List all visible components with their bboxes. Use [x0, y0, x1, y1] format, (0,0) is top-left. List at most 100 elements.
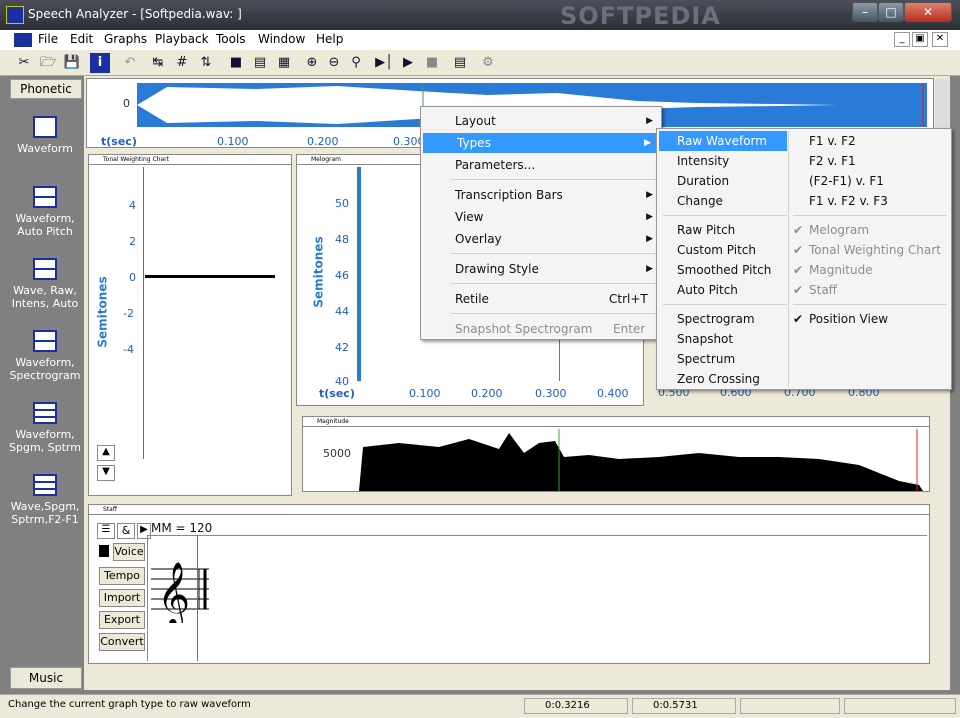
tonal-chart-ylabel: Semitones	[95, 276, 110, 348]
type-snapshot[interactable]: Snapshot	[657, 329, 787, 349]
mdi-minimize-button[interactable]: _	[894, 32, 910, 47]
import-button[interactable]: Import	[99, 589, 145, 607]
menu-item-transcription-bars[interactable]: Transcription Bars ▶	[421, 185, 661, 205]
zoom-out-icon[interactable]: ⊖	[324, 53, 344, 73]
grid-icon[interactable]: #	[172, 53, 192, 73]
marker-icon[interactable]: ⇅	[196, 53, 216, 73]
type-raw-waveform[interactable]: Raw Waveform	[659, 131, 787, 151]
type-position-view[interactable]: ✔ Position View	[789, 309, 951, 329]
settings-icon[interactable]: ⚙	[478, 53, 498, 73]
staff-pane[interactable]: Staff ☰ & ▶ MM = 120 Voice Tempo Import …	[88, 504, 930, 664]
menu-item-overlay[interactable]: Overlay ▶	[421, 229, 661, 249]
type-f2-minus-f1-f1[interactable]: (F2-F1) v. F1	[789, 171, 951, 191]
zoom-full-icon[interactable]: ⚲	[346, 53, 366, 73]
tape-icon[interactable]: ▤	[450, 53, 470, 73]
staff-cursor	[197, 535, 198, 661]
maximize-button[interactable]: □	[878, 2, 904, 22]
menu-file[interactable]: File	[38, 32, 58, 46]
menu-separator	[663, 304, 787, 305]
type-custom-pitch[interactable]: Custom Pitch	[657, 240, 787, 260]
sidebar-item-wave-spgm-sptrm[interactable]: Waveform, Spgm, Sptrm	[8, 402, 82, 454]
save-icon[interactable]: 💾	[62, 53, 82, 73]
skip-play-icon[interactable]: ▶│	[374, 53, 394, 73]
menu-item-view[interactable]: View ▶	[421, 207, 661, 227]
type-spectrogram[interactable]: Spectrogram	[657, 309, 787, 329]
type-raw-pitch[interactable]: Raw Pitch	[657, 220, 787, 240]
melogram-x-tick: 0.300	[535, 387, 567, 400]
menu-edit[interactable]: Edit	[70, 32, 93, 46]
export-button[interactable]: Export	[99, 611, 145, 629]
menu-playback[interactable]: Playback	[155, 32, 209, 46]
convert-button[interactable]: Convert	[99, 633, 145, 651]
menu-item-parameters[interactable]: Parameters...	[421, 155, 661, 175]
graph-type-icon[interactable]: ↹	[148, 53, 168, 73]
staff-ampersand-icon[interactable]: &	[117, 523, 135, 539]
tonal-chart-pane[interactable]: Tonal Weighting Chart Semitones 4 2 0 -2…	[88, 154, 292, 496]
menu-tools[interactable]: Tools	[216, 32, 246, 46]
type-auto-pitch[interactable]: Auto Pitch	[657, 280, 787, 300]
type-f2-f1[interactable]: F2 v. F1	[789, 151, 951, 171]
title-bar: Speech Analyzer - [Softpedia.wav: ] SOFT…	[0, 0, 960, 30]
sidebar-item-waveform[interactable]: Waveform	[8, 116, 82, 155]
sidebar-item-wave-raw[interactable]: Wave, Raw, Intens, Auto	[8, 258, 82, 310]
mdi-restore-button[interactable]: ▣	[912, 32, 928, 47]
watermark: SOFTPEDIA	[560, 2, 721, 30]
play-icon[interactable]: ▶	[398, 53, 418, 73]
open-folder-icon[interactable]: 🗁	[38, 53, 58, 73]
mdi-close-button[interactable]: ✕	[932, 32, 948, 47]
type-smoothed-pitch[interactable]: Smoothed Pitch	[657, 260, 787, 280]
layout-2-icon	[33, 186, 57, 208]
menu-graphs[interactable]: Graphs	[104, 32, 147, 46]
tab-music[interactable]: Music	[10, 667, 82, 689]
tonal-tick: 4	[129, 199, 136, 212]
type-change[interactable]: Change	[657, 191, 787, 211]
sidebar-item-waveform-autopitch[interactable]: Waveform, Auto Pitch	[8, 186, 82, 238]
tonal-tick: -2	[123, 307, 134, 320]
menu-help[interactable]: Help	[316, 32, 343, 46]
magnitude-pane[interactable]: Magnitude 5000	[302, 416, 930, 492]
voice-button[interactable]: Voice	[113, 543, 145, 561]
type-f1-f2[interactable]: F1 v. F2	[789, 131, 951, 151]
staff-canvas[interactable]	[147, 535, 927, 661]
minimize-button[interactable]: –	[852, 2, 878, 22]
menu-item-drawing-style[interactable]: Drawing Style ▶	[421, 259, 661, 279]
check-icon: ✔	[793, 263, 804, 277]
melogram-tick: 48	[335, 233, 349, 246]
color-icon[interactable]: ▦	[274, 53, 294, 73]
spectrogram-icon[interactable]: ▤	[250, 53, 270, 73]
cut-icon[interactable]: ✂	[14, 53, 34, 73]
menu-item-retile[interactable]: Retile Ctrl+T	[421, 289, 661, 309]
type-duration[interactable]: Duration	[657, 171, 787, 191]
status-position-2: 0:0.5731	[632, 698, 736, 714]
zoom-in-icon[interactable]: ⊕	[302, 53, 322, 73]
menu-item-layout[interactable]: Layout ▶	[421, 111, 661, 131]
scroll-down-button[interactable]: ▼	[97, 465, 115, 481]
sidebar-item-wave-spgm-f2f1[interactable]: Wave,Spgm, Sptrm,F2-F1	[8, 474, 82, 526]
tonal-tick: -4	[123, 343, 134, 356]
waveform-y-tick: 0	[123, 97, 130, 110]
tempo-button[interactable]: Tempo	[99, 567, 145, 585]
scroll-up-button[interactable]: ▲	[97, 445, 115, 461]
menu-item-types[interactable]: Types ▶	[423, 133, 659, 153]
tonal-tick: 2	[129, 235, 136, 248]
doc-icon[interactable]	[14, 33, 32, 47]
staff-stop-icon[interactable]	[99, 545, 109, 557]
menu-window[interactable]: Window	[258, 32, 305, 46]
menu-bar: File Edit Graphs Playback Tools Window H…	[0, 30, 960, 50]
context-menu: Layout ▶ Types ▶ Parameters... Transcripti…	[420, 106, 662, 340]
sidebar-item-wave-spectrogram[interactable]: Waveform, Spectrogram	[8, 330, 82, 382]
staff-tool-icon[interactable]: ☰	[97, 523, 115, 539]
type-intensity[interactable]: Intensity	[657, 151, 787, 171]
layout-5-icon	[33, 474, 57, 496]
undo-icon[interactable]: ↶	[120, 53, 140, 73]
stop-icon[interactable]: ■	[422, 53, 442, 73]
type-f1-f2-f3[interactable]: F1 v. F2 v. F3	[789, 191, 951, 211]
info-icon[interactable]: i	[90, 53, 110, 73]
close-button[interactable]: ✕	[904, 2, 952, 22]
tonal-tick: 0	[129, 271, 136, 284]
layout-icon[interactable]: ■	[226, 53, 246, 73]
type-spectrum[interactable]: Spectrum	[657, 349, 787, 369]
type-zero-crossing[interactable]: Zero Crossing	[657, 369, 787, 389]
types-submenu: Raw Waveform Intensity Duration Change R…	[656, 128, 952, 390]
tab-phonetic[interactable]: Phonetic	[10, 79, 82, 99]
